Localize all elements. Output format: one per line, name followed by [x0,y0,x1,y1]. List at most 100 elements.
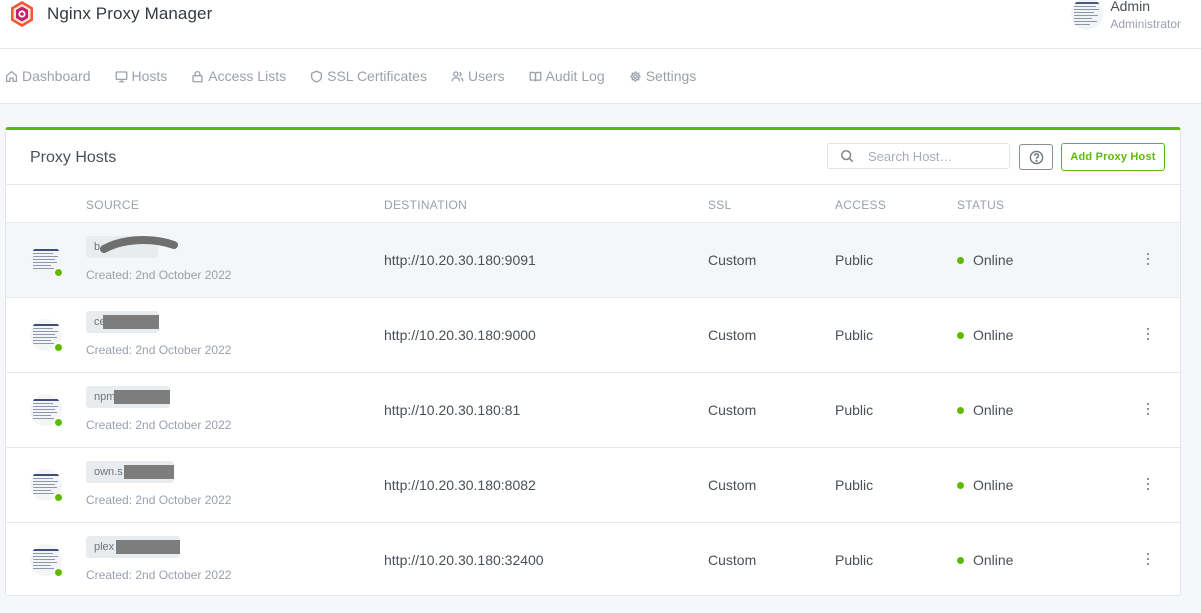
access-value: Public [835,552,874,568]
domain-text: plex [94,541,115,553]
access-value: Public [835,477,874,493]
proxy-hosts-card: Proxy Hosts Add Proxy Host SOURCE DESTIN… [5,127,1181,596]
column-ssl[interactable]: SSL [708,198,732,212]
users-icon [451,70,464,81]
online-indicator [54,418,63,427]
table-row[interactable]: npm Created: 2nd October 2022 http://10.… [6,373,1180,448]
ssl-value: Custom [708,402,757,418]
destination: http://10.20.30.180:8082 [384,477,536,493]
top-header: Nginx Proxy Manager Admin Administrator [0,0,1201,49]
shield-icon [311,70,323,83]
status-text: Online [973,552,1014,568]
online-indicator [54,343,63,352]
search-input[interactable] [868,148,1008,164]
nav-users[interactable]: Users [451,68,505,84]
created-date: Created: 2nd October 2022 [86,418,232,432]
redaction-mark [116,540,180,554]
status-text: Online [973,252,1014,268]
user-name: Admin [1110,0,1150,14]
gear-icon [629,70,641,82]
nav-label: Settings [645,68,697,84]
column-access[interactable]: ACCESS [835,198,886,212]
row-menu-button[interactable] [1144,401,1152,417]
app-title: Nginx Proxy Manager [47,4,213,23]
table-row[interactable]: ce Created: 2nd October 2022 http://10.2… [6,298,1180,373]
domain-badge[interactable]: own.s [86,461,174,483]
status: Online [957,327,1013,343]
destination: http://10.20.30.180:81 [384,402,521,418]
created-date: Created: 2nd October 2022 [86,343,232,357]
nav-label: Dashboard [22,68,91,84]
status-dot [957,406,964,414]
online-indicator [54,268,63,277]
redaction-mark [124,465,174,479]
nav-audit-log[interactable]: Audit Log [529,68,605,84]
monitor-icon [115,70,127,82]
online-indicator [54,568,63,577]
domain-badge[interactable]: plex [86,536,180,558]
redaction-mark [103,315,159,329]
status-text: Online [973,402,1014,418]
column-status[interactable]: STATUS [957,198,1004,212]
nav-label: Users [467,68,505,84]
table-row[interactable]: b Created: 2nd October 2022 http://10.20… [6,223,1180,298]
redaction-mark [114,390,170,404]
card-header: Proxy Hosts Add Proxy Host [6,130,1180,185]
search-icon [840,149,854,163]
row-menu-button[interactable] [1144,476,1152,492]
status-dot [957,556,964,564]
access-value: Public [835,252,874,268]
host-avatar [30,244,63,277]
host-avatar [30,469,63,502]
user-info: Admin Administrator [1110,0,1181,32]
user-role: Administrator [1110,17,1181,31]
nav-label: SSL Certificates [327,68,427,84]
nav-hosts[interactable]: Hosts [115,68,168,84]
main-nav: Dashboard Hosts Access Lists SSL Certifi… [0,49,1201,104]
created-date: Created: 2nd October 2022 [86,568,232,582]
table-row[interactable]: plex Created: 2nd October 2022 http://10… [6,523,1180,595]
user-avatar [1071,0,1104,30]
destination: http://10.20.30.180:32400 [384,552,544,568]
domain-text: own.s [94,466,123,478]
nav-ssl-certificates[interactable]: SSL Certificates [310,68,427,84]
host-avatar [30,394,63,427]
online-indicator [54,493,63,502]
destination: http://10.20.30.180:9091 [384,252,536,268]
npm-logo-icon [11,1,33,27]
domain-badge[interactable]: ce [86,311,159,333]
status-dot [957,481,964,489]
lock-icon [192,70,203,82]
search-box[interactable] [827,143,1010,169]
ssl-value: Custom [708,477,757,493]
help-button[interactable] [1019,144,1053,170]
nav-label: Access Lists [208,68,287,84]
table-row[interactable]: own.s Created: 2nd October 2022 http://1… [6,448,1180,523]
status-text: Online [973,477,1014,493]
nav-dashboard[interactable]: Dashboard [5,68,91,84]
column-source[interactable]: SOURCE [86,198,139,212]
nav-settings[interactable]: Settings [629,68,697,84]
row-menu-button[interactable] [1144,551,1152,567]
column-destination[interactable]: DESTINATION [384,198,467,212]
status-dot [957,256,964,264]
status: Online [957,552,1013,568]
brand[interactable]: Nginx Proxy Manager [8,0,212,28]
row-menu-button[interactable] [1144,326,1152,342]
status: Online [957,477,1013,493]
home-icon [5,70,18,82]
host-avatar [30,544,63,577]
nav-label: Audit Log [545,68,605,84]
created-date: Created: 2nd October 2022 [86,493,232,507]
nav-access-lists[interactable]: Access Lists [191,68,286,84]
row-menu-button[interactable] [1144,251,1152,267]
help-icon [1029,150,1043,164]
nav-label: Hosts [131,68,168,84]
table-header: SOURCE DESTINATION SSL ACCESS STATUS [6,185,1180,223]
add-proxy-host-button[interactable]: Add Proxy Host [1061,143,1165,171]
domain-badge[interactable]: npm [86,386,170,408]
user-menu[interactable]: Admin Administrator [1071,0,1181,32]
status: Online [957,402,1013,418]
access-value: Public [835,402,874,418]
ssl-value: Custom [708,252,757,268]
